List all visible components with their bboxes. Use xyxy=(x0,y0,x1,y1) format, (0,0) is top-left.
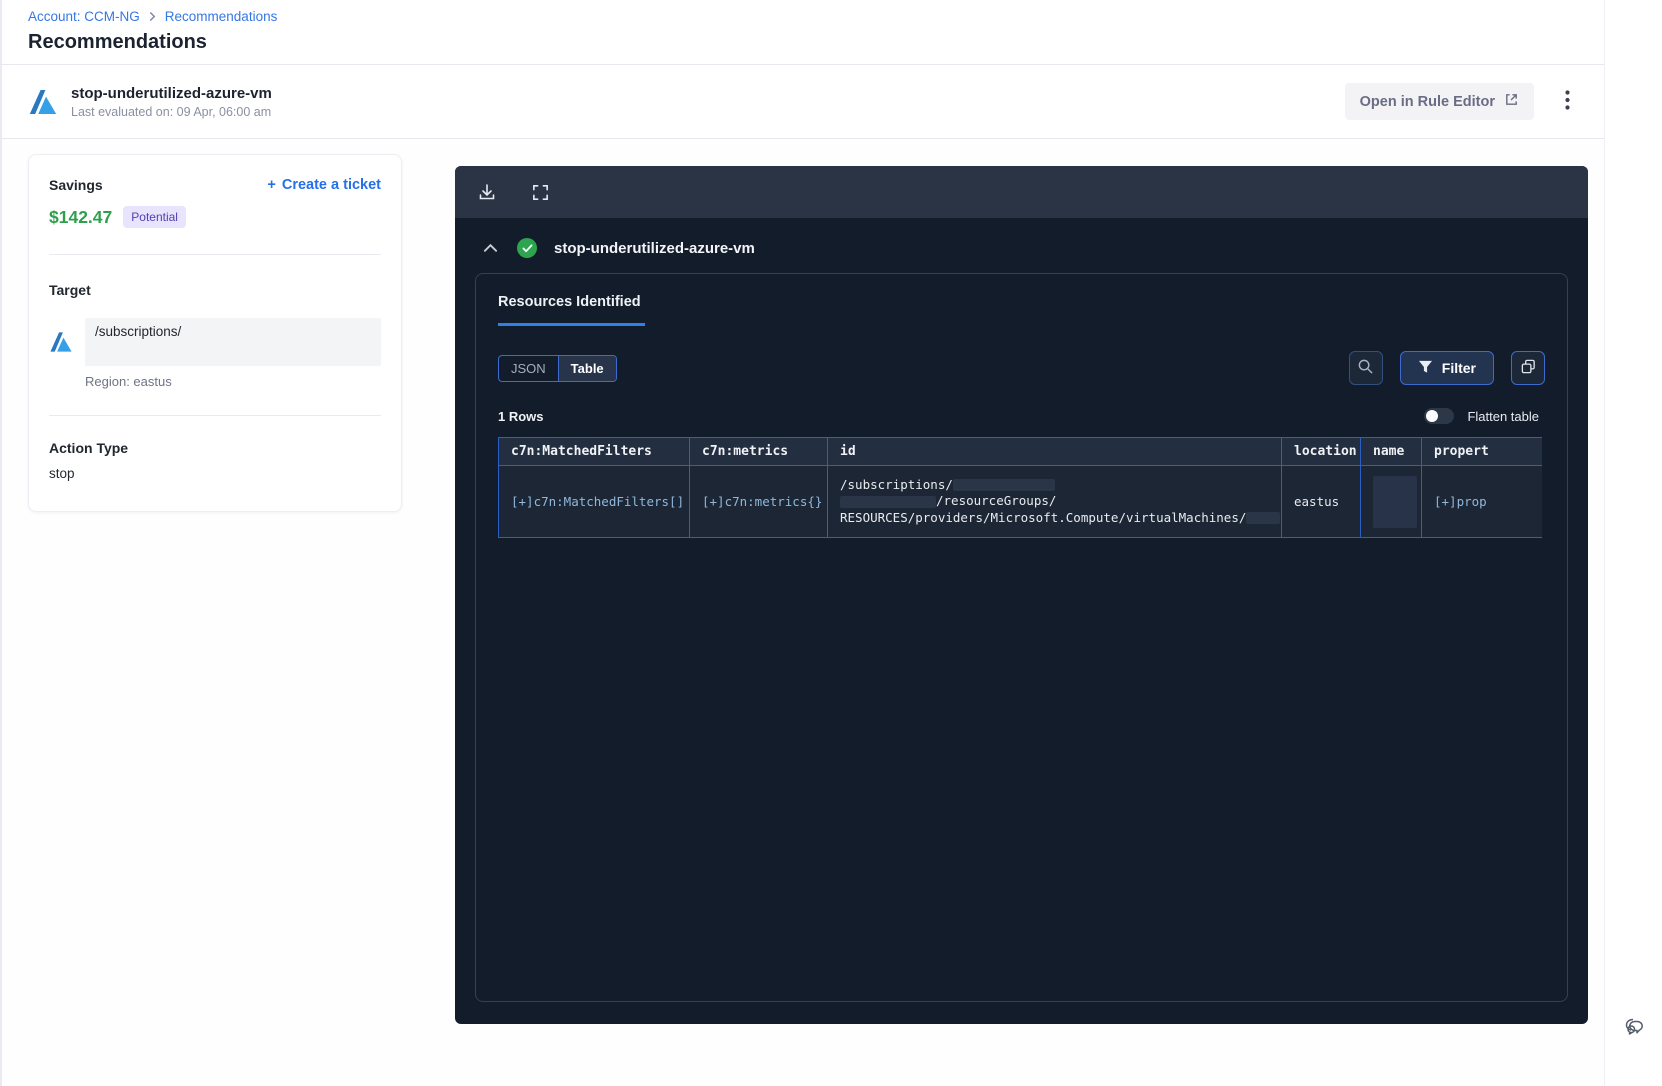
copy-icon xyxy=(1520,358,1537,378)
filter-label: Filter xyxy=(1441,360,1476,376)
col-name[interactable]: name xyxy=(1360,437,1422,466)
cell-matched-filters-expand[interactable]: [+]c7n:MatchedFilters[] xyxy=(511,494,684,509)
filter-button[interactable]: Filter xyxy=(1399,351,1494,385)
azure-target-icon xyxy=(49,330,73,354)
rule-section-header: stop-underutilized-azure-vm xyxy=(455,218,1588,258)
savings-card: Savings + Create a ticket $142.47 Potent… xyxy=(28,154,402,512)
col-id[interactable]: id xyxy=(827,437,1282,466)
viewer-rule-name: stop-underutilized-azure-vm xyxy=(554,239,755,257)
target-region: Region: eastus xyxy=(85,374,172,389)
collapse-chevron-icon[interactable] xyxy=(481,241,500,255)
action-type-value: stop xyxy=(49,466,75,481)
create-ticket-label: Create a ticket xyxy=(281,177,381,193)
azure-icon xyxy=(28,87,58,117)
tab-resources-identified[interactable]: Resources Identified xyxy=(498,294,645,326)
target-label: Target xyxy=(49,282,91,298)
col-location[interactable]: location xyxy=(1281,437,1361,466)
rows-row: 1 Rows Flatten table xyxy=(498,408,1545,424)
resources-table-container[interactable]: c7n:MatchedFilters c7n:metrics id locati… xyxy=(498,437,1542,538)
cell-properties-expand[interactable]: [+]prop xyxy=(1434,494,1487,509)
view-mode-segmented-control: JSON Table xyxy=(498,354,617,382)
table-view-button[interactable]: Table xyxy=(557,355,616,381)
breadcrumb-account-link[interactable]: Account: CCM-NG xyxy=(28,9,140,24)
open-in-rule-editor-button[interactable]: Open in Rule Editor xyxy=(1344,83,1534,120)
download-button[interactable] xyxy=(475,180,499,204)
card-divider-2 xyxy=(49,415,381,416)
page-left-edge xyxy=(0,0,2,1086)
rule-last-evaluated: Last evaluated on: 09 Apr, 06:00 am xyxy=(71,104,272,119)
right-rail xyxy=(1604,0,1662,1086)
rule-header: stop-underutilized-azure-vm Last evaluat… xyxy=(0,64,1604,138)
redacted-text xyxy=(840,495,936,508)
col-metrics[interactable]: c7n:metrics xyxy=(689,437,828,466)
target-path-box: /subscriptions/ xyxy=(85,318,381,366)
redacted-text xyxy=(1246,512,1281,525)
rule-name: stop-underutilized-azure-vm xyxy=(71,84,272,102)
filter-icon xyxy=(1418,360,1433,377)
copy-button[interactable] xyxy=(1511,351,1545,385)
table-row: [+]c7n:MatchedFilters[] [+]c7n:metrics{}… xyxy=(498,465,1542,538)
redacted-text xyxy=(1373,475,1417,528)
card-divider xyxy=(49,254,381,255)
resources-panel: Resources Identified JSON Table Filter 1… xyxy=(475,273,1568,1002)
fullscreen-button[interactable] xyxy=(529,181,552,204)
cell-location: eastus xyxy=(1281,465,1361,538)
cell-name xyxy=(1360,465,1422,538)
table-header-row: c7n:MatchedFilters c7n:metrics id locati… xyxy=(498,437,1542,466)
topbar: Account: CCM-NG Recommendations Recommen… xyxy=(0,0,1604,64)
resources-viewer-card: stop-underutilized-azure-vm Resources Id… xyxy=(455,166,1588,1024)
search-icon xyxy=(1357,358,1374,378)
breadcrumb: Account: CCM-NG Recommendations xyxy=(28,9,1576,24)
open-in-rule-editor-label: Open in Rule Editor xyxy=(1359,93,1495,110)
savings-amount: $142.47 xyxy=(49,206,113,227)
json-view-button[interactable]: JSON xyxy=(499,356,558,381)
cell-metrics-expand[interactable]: [+]c7n:metrics{} xyxy=(702,494,822,509)
col-matched-filters[interactable]: c7n:MatchedFilters xyxy=(498,437,690,466)
content-area: Savings + Create a ticket $142.47 Potent… xyxy=(0,138,1604,1084)
savings-label: Savings xyxy=(49,177,103,193)
main-area: Account: CCM-NG Recommendations Recommen… xyxy=(0,0,1604,1086)
action-type-label: Action Type xyxy=(49,440,129,456)
flatten-table-toggle[interactable] xyxy=(1424,408,1455,424)
kebab-menu-button[interactable] xyxy=(1559,84,1576,119)
plus-icon: + xyxy=(267,177,276,193)
external-link-icon xyxy=(1504,92,1519,111)
flatten-table-label: Flatten table xyxy=(1467,408,1539,424)
rows-count: 1 Rows xyxy=(498,408,544,424)
success-check-icon xyxy=(517,238,537,258)
potential-badge: Potential xyxy=(123,206,186,228)
redacted-text xyxy=(952,479,1055,492)
resources-table: c7n:MatchedFilters c7n:metrics id locati… xyxy=(498,437,1542,538)
support-chat-button[interactable] xyxy=(1622,1013,1648,1042)
target-path: /subscriptions/ xyxy=(95,324,182,339)
breadcrumb-recommendations-link[interactable]: Recommendations xyxy=(165,9,278,24)
breadcrumb-chevron-icon xyxy=(148,12,157,21)
controls-row: JSON Table Filter xyxy=(498,351,1545,385)
col-properties[interactable]: propert xyxy=(1421,437,1542,466)
page-title: Recommendations xyxy=(28,31,207,53)
viewer-toolbar xyxy=(455,166,1588,218)
cell-id: /subscriptions/ /resourceGroups/ RESOURC… xyxy=(827,465,1282,538)
create-ticket-button[interactable]: + Create a ticket xyxy=(267,177,381,193)
rule-meta: stop-underutilized-azure-vm Last evaluat… xyxy=(71,85,272,119)
search-button[interactable] xyxy=(1348,351,1383,385)
